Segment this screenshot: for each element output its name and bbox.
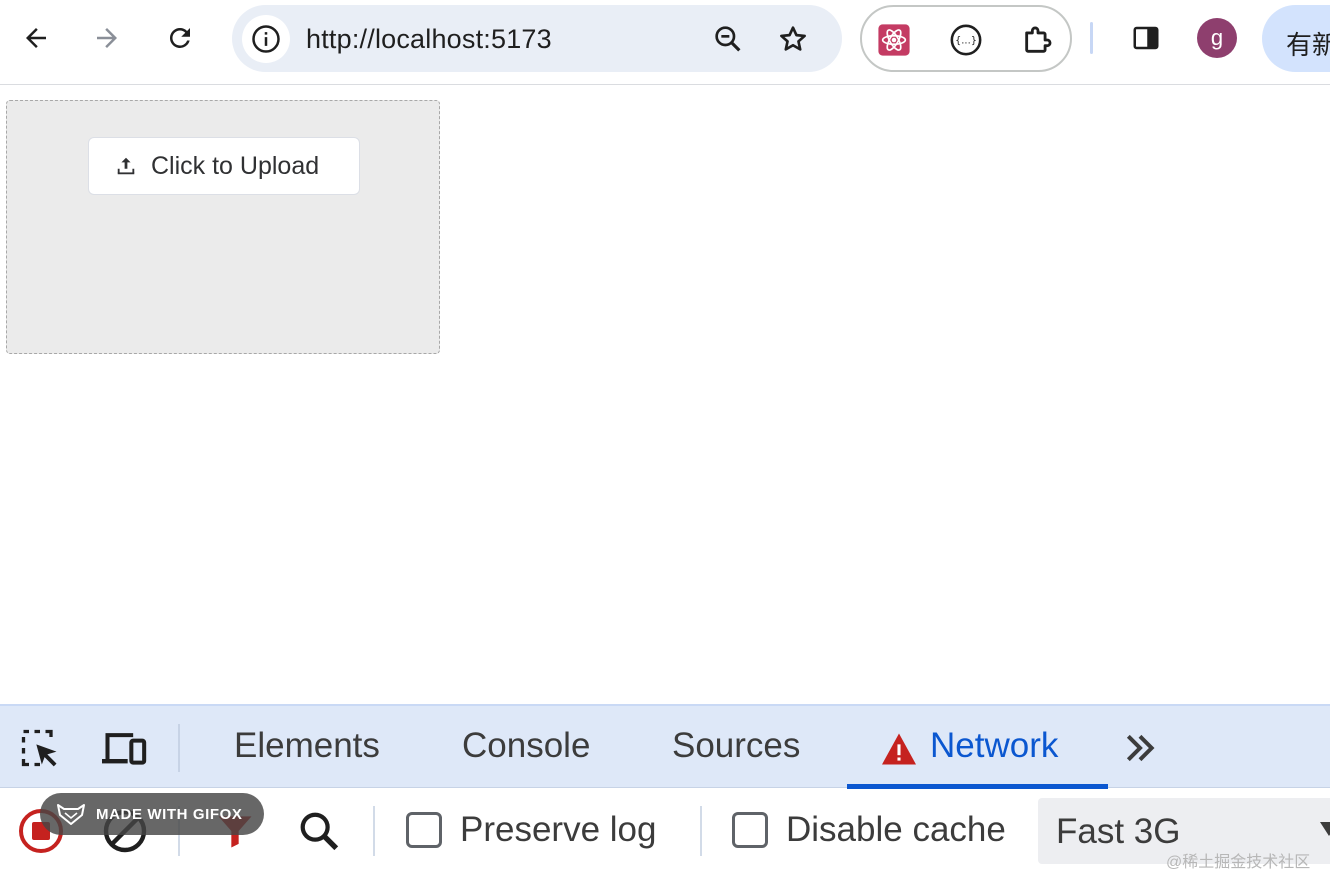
page-viewport: Click to Upload: [0, 86, 1330, 704]
warning-triangle-icon: [882, 733, 916, 765]
json-extension[interactable]: {...}: [948, 22, 984, 58]
arrow-right-icon: [97, 28, 117, 48]
gifox-badge: MADE WITH GIFOX: [40, 793, 264, 835]
gifox-badge-text: MADE WITH GIFOX: [96, 805, 243, 823]
back-button[interactable]: [16, 18, 56, 58]
site-info-button[interactable]: [242, 15, 290, 63]
more-tabs-button[interactable]: [1116, 724, 1164, 772]
zoom-button[interactable]: [710, 21, 746, 57]
star-icon: [780, 26, 806, 51]
active-tab-indicator: [847, 784, 1108, 789]
react-devtools-icon: [878, 24, 910, 56]
throttling-value: Fast 3G: [1056, 812, 1181, 851]
dropdown-caret-icon: [1320, 822, 1330, 836]
browser-toolbar: http://localhost:5173 {...} g 有新: [0, 0, 1330, 85]
search-network-button[interactable]: [294, 806, 344, 856]
preserve-log-label[interactable]: Preserve log: [460, 810, 656, 850]
chevron-double-right-icon: [1126, 734, 1155, 762]
tab-network[interactable]: Network: [930, 726, 1058, 766]
reload-button[interactable]: [160, 18, 200, 58]
puzzle-icon: [1025, 26, 1052, 53]
toolbar-divider: [373, 806, 375, 856]
upload-button-label: Click to Upload: [151, 151, 320, 180]
bookmark-button[interactable]: [775, 21, 811, 57]
network-warning-icon: [880, 732, 918, 771]
preserve-log-checkbox[interactable]: [406, 812, 442, 848]
device-mode-icon: [102, 733, 147, 765]
address-bar[interactable]: http://localhost:5173: [232, 5, 842, 72]
inspect-icon: [21, 729, 57, 767]
watermark: @稀土掘金技术社区: [1166, 854, 1311, 871]
json-braces-icon: {...}: [950, 24, 982, 56]
extensions-menu-button[interactable]: [1020, 22, 1056, 58]
update-chip[interactable]: 有新: [1262, 5, 1330, 72]
devtools-tab-divider: [178, 724, 180, 772]
disable-cache-checkbox[interactable]: [732, 812, 768, 848]
devtools-panel: Elements Console Sources Network Preserv…: [0, 704, 1330, 876]
search-icon: [300, 812, 339, 851]
click-to-upload-button[interactable]: Click to Upload: [88, 137, 360, 195]
inspect-element-button[interactable]: [16, 724, 64, 772]
upload-drop-zone[interactable]: Click to Upload: [6, 100, 440, 354]
tab-elements[interactable]: Elements: [234, 726, 380, 766]
zoom-out-icon: [715, 26, 741, 52]
arrow-left-icon: [26, 28, 46, 48]
svg-text:{...}: {...}: [955, 36, 977, 47]
devtools-tab-bar: Elements Console Sources Network: [0, 706, 1330, 789]
reload-icon: [169, 27, 190, 48]
upload-icon: [117, 157, 135, 175]
tab-console[interactable]: Console: [462, 726, 590, 766]
react-devtools-extension[interactable]: [876, 22, 912, 58]
tab-sources[interactable]: Sources: [672, 726, 800, 766]
device-toolbar-button[interactable]: [100, 724, 148, 772]
toolbar-divider: [1090, 22, 1093, 54]
disable-cache-label[interactable]: Disable cache: [786, 810, 1006, 850]
update-chip-label: 有新: [1286, 30, 1330, 60]
profile-avatar[interactable]: g: [1197, 18, 1237, 58]
info-icon: [252, 25, 280, 53]
toolbar-divider: [700, 806, 702, 856]
forward-button[interactable]: [87, 18, 127, 58]
gifox-fox-icon: [57, 804, 85, 825]
side-panel-button[interactable]: [1126, 18, 1166, 58]
url-text[interactable]: http://localhost:5173: [306, 24, 552, 55]
extensions-group: {...}: [860, 5, 1072, 72]
side-panel-icon: [1133, 26, 1159, 50]
